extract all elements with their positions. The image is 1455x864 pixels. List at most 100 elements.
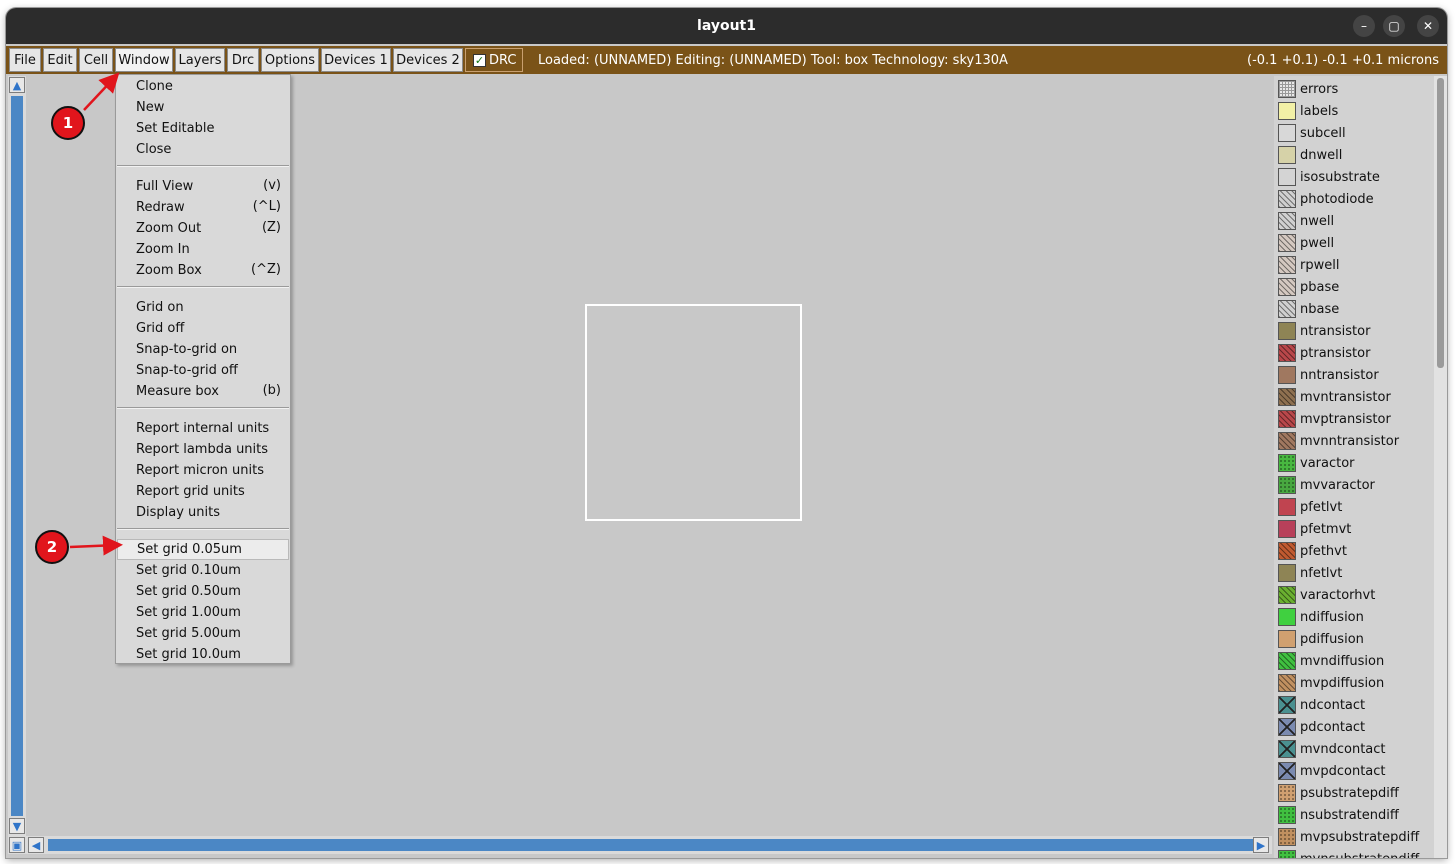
menu-item-full-view[interactable]: Full View (v): [117, 176, 289, 197]
menu-item-new[interactable]: New: [117, 97, 289, 118]
menu-item-label: Set grid 0.10um: [136, 563, 241, 578]
layer-item-nsubstratendiff[interactable]: nsubstratendiff: [1278, 805, 1399, 825]
layer-item-rpwell[interactable]: rpwell: [1278, 255, 1339, 275]
menu-item-report-grid-units[interactable]: Report grid units: [117, 481, 289, 502]
vertical-scroll-track[interactable]: [11, 96, 23, 816]
menu-item-snap-to-grid-off[interactable]: Snap-to-grid off: [117, 360, 289, 381]
menu-item-set-grid-10-0um[interactable]: Set grid 10.0um: [117, 644, 289, 665]
layer-item-ndiffusion[interactable]: ndiffusion: [1278, 607, 1364, 627]
menu-item-redraw[interactable]: Redraw (^L): [117, 197, 289, 218]
layer-label: mvpdiffusion: [1300, 675, 1385, 691]
menu-item-measure-box[interactable]: Measure box (b): [117, 381, 289, 402]
cursor-box[interactable]: [585, 304, 802, 521]
layer-item-nfetlvt[interactable]: nfetlvt: [1278, 563, 1342, 583]
layer-item-isosubstrate[interactable]: isosubstrate: [1278, 167, 1380, 187]
menu-item-set-editable[interactable]: Set Editable: [117, 118, 289, 139]
layer-item-subcell[interactable]: subcell: [1278, 123, 1346, 143]
layer-item-photodiode[interactable]: photodiode: [1278, 189, 1374, 209]
menu-item-close[interactable]: Close: [117, 139, 289, 160]
menu-file[interactable]: File: [9, 48, 41, 72]
menu-item-report-lambda-units[interactable]: Report lambda units: [117, 439, 289, 460]
menu-options[interactable]: Options: [261, 48, 319, 72]
layer-item-pdiffusion[interactable]: pdiffusion: [1278, 629, 1364, 649]
scroll-right-icon[interactable]: ▶: [1253, 837, 1269, 853]
layer-item-mvndcontact[interactable]: mvndcontact: [1278, 739, 1386, 759]
layer-item-nbase[interactable]: nbase: [1278, 299, 1339, 319]
layer-item-pfetmvt[interactable]: pfetmvt: [1278, 519, 1351, 539]
layer-item-mvnntransistor[interactable]: mvnntransistor: [1278, 431, 1399, 451]
layer-item-mvptransistor[interactable]: mvptransistor: [1278, 409, 1391, 429]
menu-item-grid-off[interactable]: Grid off: [117, 318, 289, 339]
layer-label: psubstratepdiff: [1300, 785, 1399, 801]
menu-item-report-micron-units[interactable]: Report micron units: [117, 460, 289, 481]
layer-item-ntransistor[interactable]: ntransistor: [1278, 321, 1370, 341]
menu-edit[interactable]: Edit: [43, 48, 77, 72]
layer-item-ptransistor[interactable]: ptransistor: [1278, 343, 1370, 363]
menu-separator: [117, 407, 289, 409]
menu-cell[interactable]: Cell: [79, 48, 113, 72]
layer-item-mvpdiffusion[interactable]: mvpdiffusion: [1278, 673, 1384, 693]
menu-item-label: Set grid 1.00um: [136, 605, 241, 620]
layer-palette-scroll-thumb[interactable]: [1437, 78, 1444, 368]
menu-item-zoom-box[interactable]: Zoom Box (^Z): [117, 260, 289, 281]
menu-item-display-units[interactable]: Display units: [117, 502, 289, 523]
layer-swatch-icon: [1278, 300, 1296, 318]
menu-layers[interactable]: Layers: [175, 48, 225, 72]
menu-item-set-grid-0-05um[interactable]: Set grid 0.05um: [117, 539, 289, 560]
layer-item-varactor[interactable]: varactor: [1278, 453, 1355, 473]
menu-item-set-grid-0-50um[interactable]: Set grid 0.50um: [117, 581, 289, 602]
menu-item-grid-on[interactable]: Grid on: [117, 297, 289, 318]
horizontal-scroll-track[interactable]: [48, 839, 1258, 851]
horizontal-scrollbar[interactable]: ▣ ◀ ▶: [8, 836, 1272, 854]
menu-item-zoom-in[interactable]: Zoom In: [117, 239, 289, 260]
layer-item-dnwell[interactable]: dnwell: [1278, 145, 1342, 165]
scroll-up-icon[interactable]: ▲: [9, 77, 25, 93]
layer-item-ndcontact[interactable]: ndcontact: [1278, 695, 1365, 715]
layer-item-nntransistor[interactable]: nntransistor: [1278, 365, 1379, 385]
layer-item-labels[interactable]: labels: [1278, 101, 1338, 121]
menu-item-label: Set grid 5.00um: [136, 626, 241, 641]
layer-swatch-icon: [1278, 608, 1296, 626]
vertical-scrollbar[interactable]: ▲ ▼: [8, 76, 26, 838]
close-icon[interactable]: ✕: [1417, 15, 1439, 37]
menu-window[interactable]: Window: [115, 48, 173, 72]
layer-palette-scrollbar[interactable]: [1434, 76, 1447, 858]
menu-item-zoom-out[interactable]: Zoom Out (Z): [117, 218, 289, 239]
layer-item-errors[interactable]: errors: [1278, 79, 1338, 99]
menu-item-snap-to-grid-on[interactable]: Snap-to-grid on: [117, 339, 289, 360]
menu-item-report-internal-units[interactable]: Report internal units: [117, 418, 289, 439]
menu-item-set-grid-1-00um[interactable]: Set grid 1.00um: [117, 602, 289, 623]
layer-item-pfetlvt[interactable]: pfetlvt: [1278, 497, 1342, 517]
layer-item-mvpsubstratepdiff[interactable]: mvpsubstratepdiff: [1278, 827, 1419, 847]
menu-item-label: Report grid units: [136, 484, 245, 499]
layer-swatch-icon: [1278, 850, 1296, 858]
layer-item-mvnsubstratendiff[interactable]: mvnsubstratendiff: [1278, 849, 1419, 858]
layer-item-mvntransistor[interactable]: mvntransistor: [1278, 387, 1391, 407]
layer-item-mvvaractor[interactable]: mvvaractor: [1278, 475, 1375, 495]
maximize-icon[interactable]: ▢: [1383, 15, 1405, 37]
menu-devices-2[interactable]: Devices 2: [393, 48, 463, 72]
menu-item-set-grid-0-10um[interactable]: Set grid 0.10um: [117, 560, 289, 581]
zoom-box-icon[interactable]: ▣: [9, 837, 25, 853]
layer-item-mvndiffusion[interactable]: mvndiffusion: [1278, 651, 1384, 671]
layer-item-pdcontact[interactable]: pdcontact: [1278, 717, 1365, 737]
drc-toggle[interactable]: ✓ DRC: [465, 48, 523, 72]
layer-item-mvpdcontact[interactable]: mvpdcontact: [1278, 761, 1386, 781]
scroll-left-icon[interactable]: ◀: [28, 837, 44, 853]
menu-item-set-grid-5-00um[interactable]: Set grid 5.00um: [117, 623, 289, 644]
layer-item-pwell[interactable]: pwell: [1278, 233, 1334, 253]
layer-item-psubstratepdiff[interactable]: psubstratepdiff: [1278, 783, 1399, 803]
layer-label: pfethvt: [1300, 543, 1347, 559]
layer-item-nwell[interactable]: nwell: [1278, 211, 1334, 231]
menu-devices-1[interactable]: Devices 1: [321, 48, 391, 72]
layer-swatch-icon: [1278, 542, 1296, 560]
checkbox-icon[interactable]: ✓: [473, 53, 486, 67]
layer-item-pbase[interactable]: pbase: [1278, 277, 1339, 297]
layer-item-varactorhvt[interactable]: varactorhvt: [1278, 585, 1375, 605]
menu-item-clone[interactable]: Clone: [117, 76, 289, 97]
layer-swatch-icon: [1278, 212, 1296, 230]
minimize-icon[interactable]: –: [1353, 15, 1375, 37]
scroll-down-icon[interactable]: ▼: [9, 818, 25, 834]
layer-item-pfethvt[interactable]: pfethvt: [1278, 541, 1347, 561]
menu-drc[interactable]: Drc: [227, 48, 259, 72]
